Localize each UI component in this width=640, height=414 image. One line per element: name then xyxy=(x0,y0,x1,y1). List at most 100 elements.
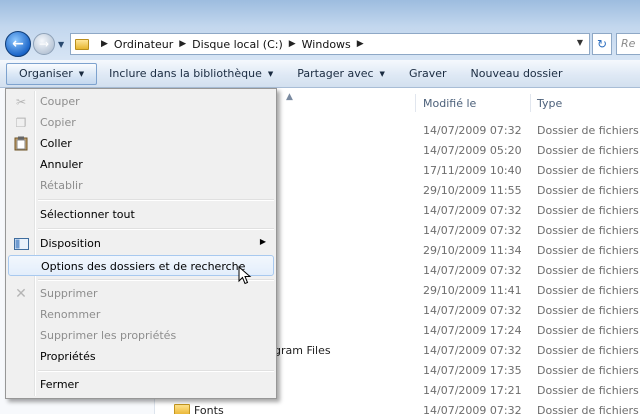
sort-up-icon: ▲ xyxy=(286,92,293,102)
menu-item-paste[interactable]: Coller xyxy=(8,133,274,154)
menu-item-label: Coller xyxy=(40,137,72,150)
file-date: 14/07/2009 17:35 xyxy=(423,364,522,377)
file-row[interactable]: Fonts 14/07/2009 07:32 Dossier de fichie… xyxy=(160,400,640,414)
file-type: Dossier de fichiers xyxy=(537,304,639,317)
organize-menu: ✂ Couper ❐ Copier Coller Annuler Rétabli… xyxy=(5,88,277,399)
file-date: 29/10/2009 11:55 xyxy=(423,184,522,197)
scissors-icon: ✂ xyxy=(15,94,27,109)
file-type: Dossier de fichiers xyxy=(537,244,639,257)
file-date: 14/07/2009 07:32 xyxy=(423,404,522,414)
file-type: Dossier de fichiers xyxy=(537,404,639,414)
menu-item-label: Disposition xyxy=(40,237,101,250)
chevron-right-icon[interactable]: ▶ xyxy=(179,39,186,49)
chevron-right-icon[interactable]: ▶ xyxy=(357,39,364,49)
menu-item-delete[interactable]: ✕ Supprimer xyxy=(8,283,274,304)
file-type: Dossier de fichiers xyxy=(537,224,639,237)
organize-button[interactable]: Organiser ▼ xyxy=(6,62,98,85)
file-date: 14/07/2009 07:32 xyxy=(423,204,522,217)
burn-button[interactable]: Graver xyxy=(397,63,459,85)
column-header-modified[interactable]: Modifié le xyxy=(423,92,476,114)
chevron-right-icon[interactable]: ▶ xyxy=(101,39,108,49)
breadcrumb-computer[interactable]: Ordinateur xyxy=(114,38,173,51)
mouse-cursor-icon xyxy=(238,266,252,285)
file-type: Dossier de fichiers xyxy=(537,204,639,217)
menu-item-copy[interactable]: ❐ Copier xyxy=(8,112,274,133)
menu-item-rename[interactable]: Renommer xyxy=(8,304,274,325)
menu-item-close[interactable]: Fermer xyxy=(8,374,274,395)
arrow-right-icon: → xyxy=(38,37,50,51)
file-date: 29/10/2009 11:41 xyxy=(423,284,522,297)
burn-label: Graver xyxy=(408,67,447,80)
share-with-button[interactable]: Partager avec ▼ xyxy=(285,63,397,85)
column-divider[interactable] xyxy=(530,94,531,112)
menu-item-undo[interactable]: Annuler xyxy=(8,154,274,175)
column-header-type[interactable]: Type xyxy=(537,92,562,114)
refresh-icon: ↻ xyxy=(596,37,608,51)
menu-item-remove-properties[interactable]: Supprimer les propriétés xyxy=(8,325,274,346)
menu-item-label: Sélectionner tout xyxy=(40,208,135,221)
menu-item-label: Supprimer xyxy=(40,287,98,300)
menu-item-label: Options des dossiers et de recherche xyxy=(41,260,246,273)
back-button[interactable]: ← xyxy=(5,31,31,57)
menu-item-select-all[interactable]: Sélectionner tout xyxy=(8,204,274,225)
chevron-down-icon: ▼ xyxy=(379,69,385,78)
forward-button[interactable]: → xyxy=(33,33,55,55)
chevron-down-icon: ▼ xyxy=(267,69,274,78)
arrow-left-icon: ← xyxy=(12,36,24,52)
menu-item-label: Rétablir xyxy=(40,179,83,192)
menu-item-label: Supprimer les propriétés xyxy=(40,329,177,342)
file-date: 14/07/2009 17:24 xyxy=(423,324,522,337)
file-type: Dossier de fichiers xyxy=(537,164,639,177)
file-date: 14/07/2009 07:32 xyxy=(423,224,522,237)
layout-icon xyxy=(13,236,29,251)
menu-item-label: Copier xyxy=(40,116,76,129)
breadcrumb-windows[interactable]: Windows xyxy=(302,38,351,51)
file-date: 14/07/2009 07:32 xyxy=(423,304,522,317)
column-divider[interactable] xyxy=(415,94,416,112)
menu-item-layout[interactable]: Disposition ▶ xyxy=(8,233,274,254)
folder-icon xyxy=(75,38,89,50)
address-dropdown-icon[interactable]: ▼ xyxy=(577,38,583,47)
submenu-arrow-icon: ▶ xyxy=(259,237,266,246)
search-input[interactable]: Re xyxy=(616,33,640,55)
file-date: 14/07/2009 05:20 xyxy=(423,144,522,157)
command-bar: Organiser ▼ Inclure dans la bibliothèque ▼… xyxy=(0,60,640,88)
menu-item-label: Propriétés xyxy=(40,350,96,363)
clipboard-icon xyxy=(13,136,29,151)
menu-item-redo[interactable]: Rétablir xyxy=(8,175,274,196)
file-type: Dossier de fichiers xyxy=(537,344,639,357)
delete-x-icon: ✕ xyxy=(15,285,27,302)
menu-separator xyxy=(38,228,274,230)
address-bar[interactable]: ▶ Ordinateur ▶ Disque local (C:) ▶ Windo… xyxy=(70,33,590,55)
file-name: gram Files xyxy=(274,344,331,357)
new-folder-button[interactable]: Nouveau dossier xyxy=(459,63,575,85)
menu-item-label: Fermer xyxy=(40,378,79,391)
file-type: Dossier de fichiers xyxy=(537,264,639,277)
include-library-button[interactable]: Inclure dans la bibliothèque ▼ xyxy=(97,63,285,85)
window-header: ← → ▼ ▶ Ordinateur ▶ Disque local (C:) ▶… xyxy=(0,0,640,60)
copy-icon: ❐ xyxy=(15,115,27,130)
menu-item-cut[interactable]: ✂ Couper xyxy=(8,91,274,112)
file-type: Dossier de fichiers xyxy=(537,184,639,197)
file-type: Dossier de fichiers xyxy=(537,144,639,157)
file-type: Dossier de fichiers xyxy=(537,124,639,137)
chevron-right-icon[interactable]: ▶ xyxy=(289,39,296,49)
file-date: 14/07/2009 07:32 xyxy=(423,124,522,137)
file-date: 17/11/2009 10:40 xyxy=(423,164,522,177)
menu-item-label: Annuler xyxy=(40,158,83,171)
breadcrumb-local-disk[interactable]: Disque local (C:) xyxy=(192,38,283,51)
include-library-label: Inclure dans la bibliothèque xyxy=(109,67,262,80)
file-date: 14/07/2009 17:21 xyxy=(423,384,522,397)
new-folder-label: Nouveau dossier xyxy=(470,67,563,80)
file-type: Dossier de fichiers xyxy=(537,324,639,337)
organize-label: Organiser xyxy=(19,67,73,80)
file-type: Dossier de fichiers xyxy=(537,384,639,397)
folder-icon xyxy=(174,404,190,414)
refresh-button[interactable]: ↻ xyxy=(592,33,612,55)
recent-pages-dropdown[interactable]: ▼ xyxy=(58,40,66,49)
file-type: Dossier de fichiers xyxy=(537,364,639,377)
menu-item-label: Couper xyxy=(40,95,80,108)
menu-item-folder-options[interactable]: Options des dossiers et de recherche xyxy=(8,255,274,276)
menu-item-properties[interactable]: Propriétés xyxy=(8,346,274,367)
file-date: 14/07/2009 07:32 xyxy=(423,344,522,357)
